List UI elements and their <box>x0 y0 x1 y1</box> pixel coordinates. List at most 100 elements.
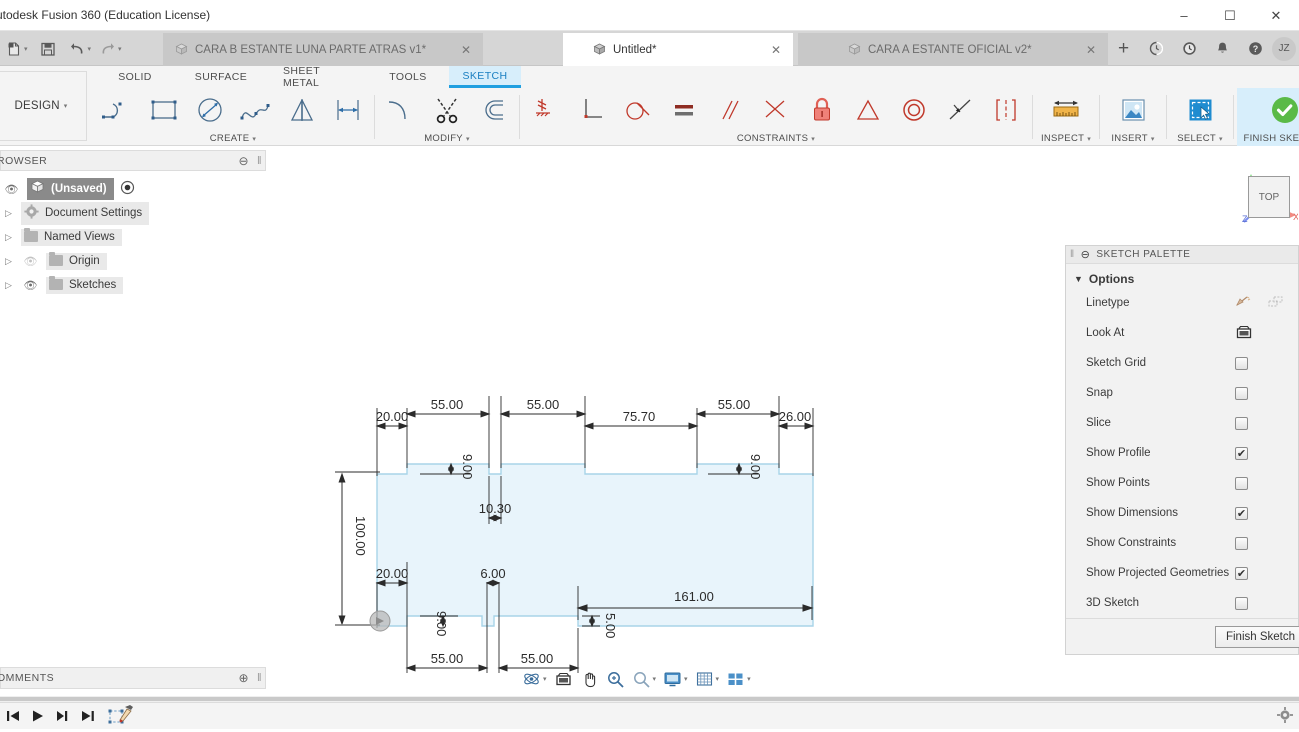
chevron-down-icon[interactable]: ▾ <box>1087 135 1091 143</box>
show-dimensions-checkbox[interactable]: ✔ <box>1235 506 1248 520</box>
timeline-go-to-end-button[interactable] <box>75 703 100 730</box>
chevron-down-icon[interactable]: ▾ <box>64 102 68 110</box>
help-icon[interactable]: ? <box>1239 31 1272 66</box>
collapse-icon[interactable]: ⊖ <box>238 154 249 168</box>
chevron-down-icon[interactable]: ▾ <box>653 675 657 683</box>
sketch-palette-options-section[interactable]: ▼ Options <box>1066 264 1298 288</box>
ribbon-tab-tools[interactable]: TOOLS <box>367 66 449 88</box>
3d-sketch-checkbox[interactable] <box>1235 596 1248 610</box>
show-points-checkbox[interactable] <box>1235 476 1248 490</box>
chevron-down-icon[interactable]: ▾ <box>684 675 688 683</box>
tool-finish-sketch[interactable] <box>1237 88 1299 131</box>
job-status-icon[interactable] <box>1140 31 1173 66</box>
tab-close-icon[interactable]: ✕ <box>1072 43 1096 57</box>
slice-checkbox[interactable] <box>1235 416 1248 430</box>
expand-arrow-icon[interactable]: ▷ <box>2 208 15 219</box>
tool-equal[interactable] <box>661 89 707 131</box>
panel-select-label[interactable]: SELECT ▾ <box>1170 131 1230 146</box>
tool-insert-image[interactable] <box>1103 89 1163 131</box>
nav-orbit-button[interactable]: ▾ <box>519 666 550 692</box>
chevron-down-icon[interactable]: ▾ <box>1151 135 1155 143</box>
panel-grip-icon[interactable]: ‖ <box>257 672 262 684</box>
palette-row-show-constraints[interactable]: Show Constraints <box>1066 528 1298 558</box>
nav-pan-button[interactable] <box>577 666 602 692</box>
tool-symmetry[interactable] <box>845 89 891 131</box>
tool-circle[interactable] <box>187 89 233 131</box>
recent-clock-icon[interactable] <box>1173 31 1206 66</box>
document-tab-1[interactable]: Untitled* ✕ <box>563 33 793 66</box>
browser-item-document-settings[interactable]: ▷ Document Settings <box>0 201 266 225</box>
activate-radio-icon[interactable] <box>120 180 135 198</box>
minimize-button[interactable]: – <box>1161 0 1207 31</box>
tool-horizontal-vertical[interactable] <box>523 89 569 131</box>
browser-item-chip[interactable]: Sketches <box>46 276 124 294</box>
add-comment-icon[interactable]: ⊕ <box>238 671 249 685</box>
timeline-play-button[interactable] <box>25 703 50 730</box>
show-projected-geometries-checkbox[interactable]: ✔ <box>1235 566 1248 580</box>
ribbon-tab-sheet-metal[interactable]: SHEET METAL <box>267 65 367 89</box>
account-avatar[interactable]: JZ <box>1272 36 1296 61</box>
palette-row-show-profile[interactable]: Show Profile ✔ <box>1066 438 1298 468</box>
finish-sketch-button[interactable]: Finish Sketch <box>1214 625 1299 648</box>
browser-item-origin[interactable]: ▷ 👁 Origin <box>0 249 266 273</box>
scrollbar-thumb[interactable] <box>0 697 1299 701</box>
expand-arrow-icon[interactable]: ▷ <box>2 256 15 267</box>
timeline-step-forward-button[interactable] <box>50 703 75 730</box>
tool-mirror[interactable] <box>279 89 325 131</box>
panel-create-label[interactable]: CREATE ▾ <box>95 131 371 146</box>
new-document-button[interactable]: ▾ <box>0 31 32 66</box>
nav-grid-snap-button[interactable]: ▾ <box>692 666 723 692</box>
chevron-down-icon[interactable]: ▾ <box>716 675 720 683</box>
tool-fix-lock[interactable] <box>799 89 845 131</box>
save-button[interactable] <box>32 31 60 66</box>
panel-inspect-label[interactable]: INSPECT ▾ <box>1036 131 1096 146</box>
browser-item-named-views[interactable]: ▷ Named Views <box>0 225 266 249</box>
chevron-down-icon[interactable]: ▾ <box>118 45 122 53</box>
palette-row-slice[interactable]: Slice <box>1066 408 1298 438</box>
palette-row-show-dimensions[interactable]: Show Dimensions ✔ <box>1066 498 1298 528</box>
tab-close-icon[interactable]: ✕ <box>447 43 471 57</box>
collapse-icon[interactable]: ⊖ <box>1081 248 1091 261</box>
tool-measure[interactable] <box>1036 89 1096 131</box>
view-cube[interactable]: X Z TOP <box>1240 168 1299 226</box>
chevron-down-icon[interactable]: ▾ <box>811 135 815 143</box>
nav-zoom-button[interactable] <box>603 666 628 692</box>
panel-grip-icon[interactable]: ‖ <box>1070 249 1075 260</box>
document-tab-0[interactable]: CARA B ESTANTE LUNA PARTE ATRAS v1* ✕ <box>163 33 483 66</box>
notifications-bell-icon[interactable] <box>1206 31 1239 66</box>
timeline-settings-icon[interactable] <box>1277 706 1293 726</box>
expand-arrow-icon[interactable]: ▷ <box>2 280 15 291</box>
tool-line[interactable] <box>95 89 141 131</box>
panel-modify-label[interactable]: MODIFY ▾ <box>378 131 516 146</box>
tab-close-icon[interactable]: ✕ <box>757 43 781 57</box>
palette-row-sketch-grid[interactable]: Sketch Grid <box>1066 348 1298 378</box>
ribbon-tab-solid[interactable]: SOLID <box>95 66 175 88</box>
comments-panel[interactable]: OMMENTS ⊕ ‖ <box>0 667 266 689</box>
undo-button[interactable]: ▾ <box>60 31 96 66</box>
browser-item-unsaved[interactable]: 👁 (Unsaved) <box>0 177 266 201</box>
chevron-down-icon[interactable]: ▾ <box>543 675 547 683</box>
ribbon-tab-surface[interactable]: SURFACE <box>175 66 267 88</box>
normal-linetype-icon[interactable] <box>1235 294 1253 312</box>
look-at-icon[interactable] <box>1235 324 1253 343</box>
tool-collinear[interactable] <box>753 89 799 131</box>
chevron-down-icon[interactable]: ▾ <box>252 135 256 143</box>
chevron-down-icon[interactable]: ▾ <box>1219 135 1223 143</box>
browser-item-chip[interactable]: Origin <box>46 252 107 270</box>
tool-rectangle[interactable] <box>141 89 187 131</box>
panel-finish-sketch-label[interactable]: FINISH SKETCH ▾ <box>1237 131 1299 146</box>
panel-constraints-label[interactable]: CONSTRAINTS ▾ <box>523 131 1029 146</box>
close-button[interactable]: ✕ <box>1253 0 1299 31</box>
show-constraints-checkbox[interactable] <box>1235 536 1248 550</box>
tool-trim-scissors[interactable] <box>424 89 470 131</box>
visibility-eye-icon[interactable]: 👁 <box>2 183 21 196</box>
show-profile-checkbox[interactable]: ✔ <box>1235 446 1248 460</box>
view-cube-face-top[interactable]: TOP <box>1248 176 1290 218</box>
tool-tangent[interactable] <box>615 89 661 131</box>
ribbon-tab-sketch[interactable]: SKETCH <box>449 66 521 88</box>
chevron-down-icon[interactable]: ▾ <box>24 45 28 53</box>
nav-look-at-button[interactable] <box>551 666 576 692</box>
chevron-down-icon[interactable]: ▾ <box>88 45 92 53</box>
palette-row-show-projected-geometries[interactable]: Show Projected Geometries ✔ <box>1066 558 1298 588</box>
add-tab-button[interactable]: + <box>1107 31 1140 66</box>
